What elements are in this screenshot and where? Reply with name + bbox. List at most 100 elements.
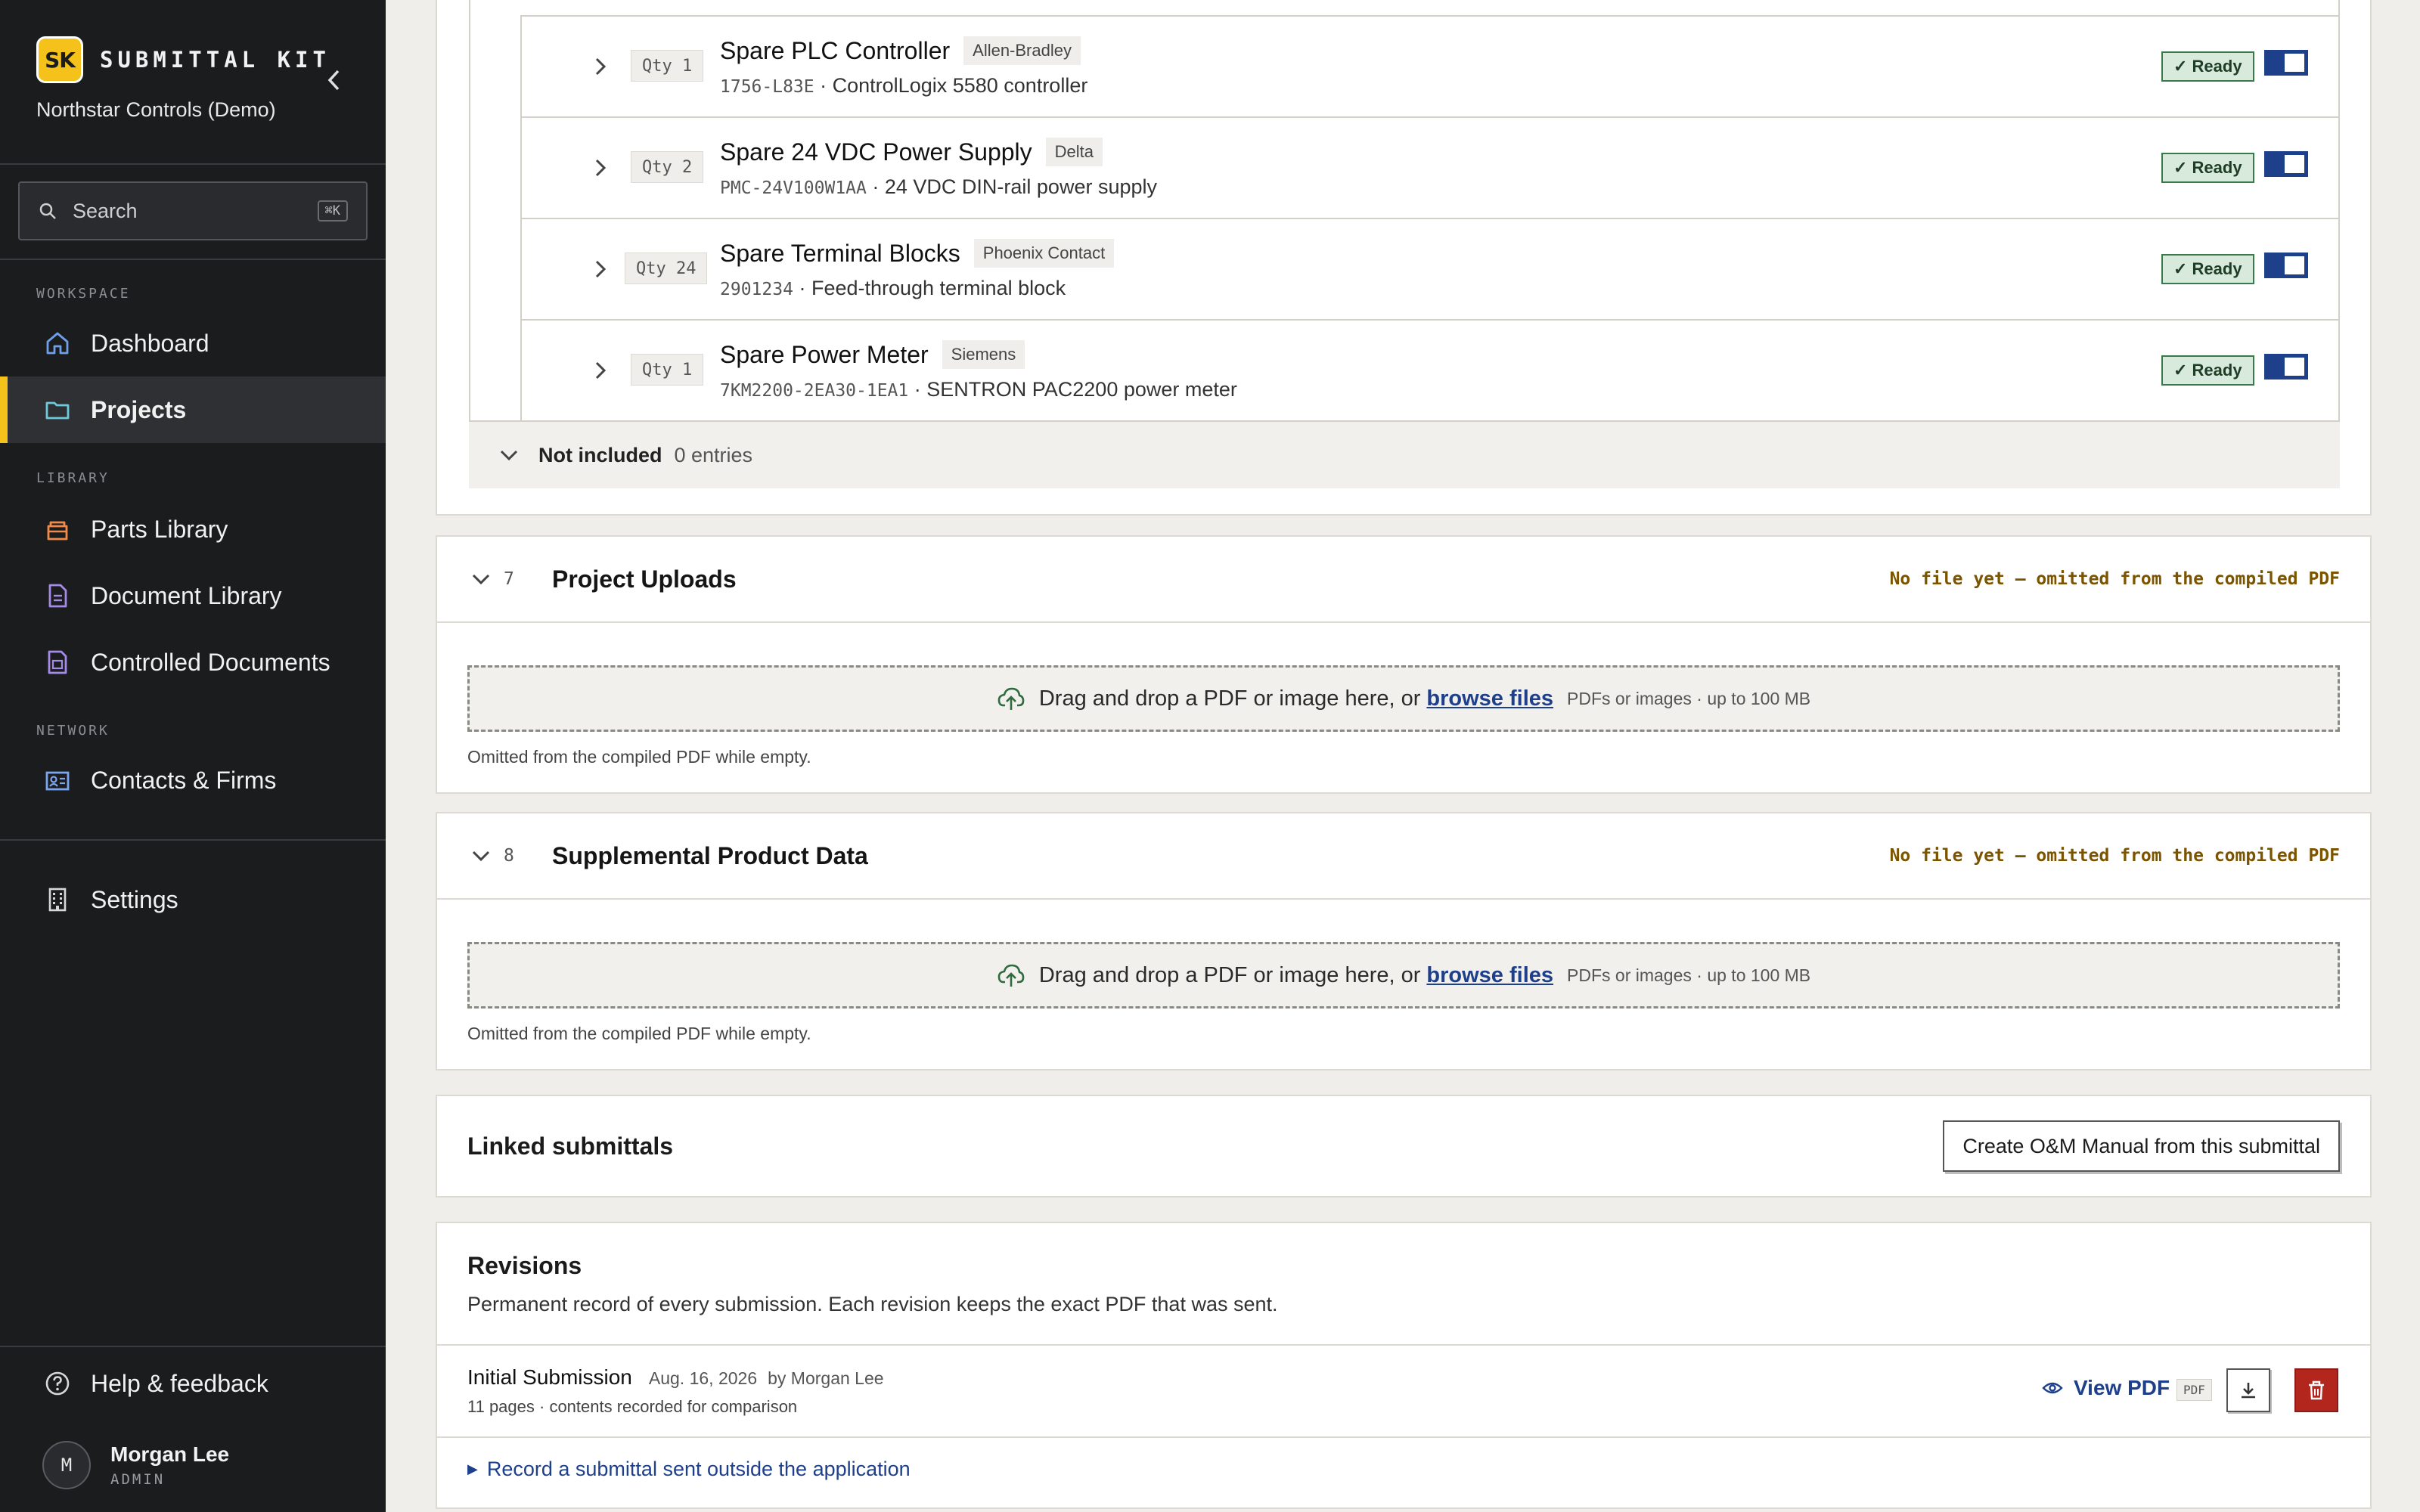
user-name: Morgan Lee [110, 1442, 230, 1466]
sidebar-item-document-library[interactable]: Document Library [0, 562, 386, 629]
file-dropzone[interactable]: Drag and drop a PDF or image here, or br… [467, 942, 2340, 1009]
divider [0, 839, 386, 841]
section-number: 7 [504, 569, 514, 589]
brand-name: SUBMITTAL KIT [100, 47, 330, 73]
divider [0, 259, 386, 260]
section-project-uploads: 7 Project Uploads No file yet — omitted … [436, 535, 2372, 794]
download-button[interactable] [2226, 1368, 2270, 1412]
dropzone-hint: PDFs or images · up to 100 MB [1567, 688, 1811, 708]
disclosure-triangle-icon: ▶ [467, 1461, 478, 1476]
file-type-badge: PDF [2176, 1379, 2212, 1401]
revision-date: Aug. 16, 2026 [648, 1368, 758, 1388]
view-pdf-label: View PDF [2074, 1376, 2170, 1399]
revisions-description: Permanent record of every submission. Ea… [467, 1293, 1278, 1315]
sidebar-item-projects[interactable]: Projects [0, 376, 386, 443]
included-items: Qty 1 Spare PLC Controller Allen-Bradley 17… [520, 15, 2340, 420]
brand-logo: SK [36, 36, 83, 83]
sidebar-item-label: Projects [91, 395, 187, 423]
include-toggle[interactable] [2264, 354, 2308, 380]
revisions-section: Revisions Permanent record of every subm… [436, 1222, 2372, 1509]
browse-files-link[interactable]: browse files [1426, 963, 1553, 988]
section-title: Supplemental Product Data [552, 841, 868, 869]
revision-name: Initial Submission [467, 1365, 632, 1389]
sidebar-item-label: Help & feedback [91, 1369, 268, 1397]
section-label-workspace: WORKSPACE [36, 286, 131, 302]
user-menu[interactable]: M Morgan Lee ADMIN [42, 1441, 229, 1489]
sidebar-item-label: Controlled Documents [91, 648, 330, 676]
delete-revision-button[interactable] [2294, 1368, 2338, 1412]
sidebar-item-label: Contacts & Firms [91, 766, 277, 794]
chevron-left-icon [327, 70, 340, 91]
divider [0, 1346, 386, 1347]
section-header[interactable]: 7 Project Uploads No file yet — omitted … [437, 537, 2370, 623]
item-quantity: Qty 24 [625, 253, 708, 284]
vendor-badge: Allen-Bradley [963, 36, 1081, 65]
sidebar-item-dashboard[interactable]: Dashboard [0, 310, 386, 376]
vendor-badge: Siemens [942, 340, 1025, 369]
search-icon [39, 203, 56, 219]
items-section: Qty 1 Spare PLC Controller Allen-Bradley 17… [436, 0, 2372, 516]
box-icon [42, 514, 73, 544]
view-pdf-link[interactable]: View PDF [2042, 1376, 2170, 1400]
section-header[interactable]: 8 Supplemental Product Data No file yet … [437, 813, 2370, 900]
chevron-right-icon[interactable] [587, 357, 614, 384]
record-external-submittal-link[interactable]: ▶ Record a submittal sent outside the ap… [467, 1458, 911, 1481]
sidebar-item-contacts-firms[interactable]: Contacts & Firms [0, 747, 386, 813]
status-badge: ✓ Ready [2161, 355, 2254, 386]
part-number: 1756-L83E [720, 77, 814, 97]
item-description: · 24 VDC DIN-rail power supply [872, 175, 1158, 198]
omitted-note: Omitted from the compiled PDF while empt… [467, 747, 811, 767]
revision-meta: 11 pages · contents recorded for compari… [467, 1397, 798, 1416]
section-number: 8 [504, 846, 514, 866]
sidebar: SK SUBMITTAL KIT Northstar Controls (Dem… [0, 0, 386, 1512]
item-row[interactable]: Qty 1 Spare Power Meter Siemens 7KM2200-2EA… [522, 319, 2340, 420]
chevron-right-icon[interactable] [587, 256, 614, 283]
chevron-down-icon[interactable] [467, 842, 495, 869]
controlled-document-icon [42, 647, 73, 677]
part-number: PMC-24V100W1AA [720, 178, 867, 198]
section-supplemental-product-data: 8 Supplemental Product Data No file yet … [436, 812, 2372, 1070]
item-row[interactable]: Qty 2 Spare 24 VDC Power Supply Delta PMC-2… [522, 116, 2340, 218]
help-icon [42, 1368, 73, 1399]
omitted-note: Omitted from the compiled PDF while empt… [467, 1024, 811, 1043]
collapse-sidebar-button[interactable] [321, 67, 348, 94]
section-status-note: No file yet — omitted from the compiled … [1889, 569, 2340, 589]
browse-files-link[interactable]: browse files [1426, 686, 1553, 711]
section-label-library: LIBRARY [36, 470, 110, 486]
item-row[interactable]: Qty 24 Spare Terminal Blocks Phoenix Conta… [522, 218, 2340, 319]
item-quantity: Qty 2 [631, 151, 704, 183]
upload-cloud-icon [997, 684, 1025, 713]
org-name[interactable]: Northstar Controls (Demo) [36, 98, 276, 122]
linked-submittals-title: Linked submittals [467, 1132, 674, 1160]
section-label-network: NETWORK [36, 723, 110, 739]
dropzone-hint: PDFs or images · up to 100 MB [1567, 965, 1811, 985]
dropzone-text: Drag and drop a PDF or image here, or [1038, 962, 1421, 987]
chevron-down-icon[interactable] [467, 565, 495, 593]
include-toggle[interactable] [2264, 151, 2308, 177]
eye-icon [2042, 1380, 2063, 1396]
sidebar-item-controlled-documents[interactable]: Controlled Documents [0, 629, 386, 696]
item-name: Spare Terminal Blocks [720, 239, 960, 267]
folder-icon [42, 395, 73, 425]
building-icon [42, 885, 73, 915]
not-included-group[interactable]: Not included 0 entries [469, 422, 2340, 488]
chevron-right-icon[interactable] [587, 53, 614, 80]
search-input[interactable]: Search ⌘K [18, 181, 368, 240]
help-feedback-link[interactable]: Help & feedback [0, 1350, 386, 1417]
sidebar-item-label: Settings [91, 885, 178, 913]
item-quantity: Qty 1 [631, 50, 704, 82]
revision-row: Initial Submission Aug. 16, 2026 by Morg… [437, 1344, 2370, 1438]
sidebar-item-settings[interactable]: Settings [0, 866, 386, 933]
create-om-manual-button[interactable]: Create O&M Manual from this submittal [1943, 1120, 2340, 1172]
item-name: Spare PLC Controller [720, 36, 951, 64]
include-toggle[interactable] [2264, 253, 2308, 278]
chevron-right-icon[interactable] [587, 154, 614, 181]
file-dropzone[interactable]: Drag and drop a PDF or image here, or br… [467, 665, 2340, 732]
brand[interactable]: SK SUBMITTAL KIT [36, 36, 330, 83]
sidebar-item-parts-library[interactable]: Parts Library [0, 496, 386, 562]
vendor-badge: Phoenix Contact [973, 239, 1115, 268]
include-toggle[interactable] [2264, 50, 2308, 76]
avatar: M [42, 1441, 91, 1489]
user-role: ADMIN [110, 1471, 166, 1488]
item-row[interactable]: Qty 1 Spare PLC Controller Allen-Bradley 17… [522, 15, 2340, 116]
